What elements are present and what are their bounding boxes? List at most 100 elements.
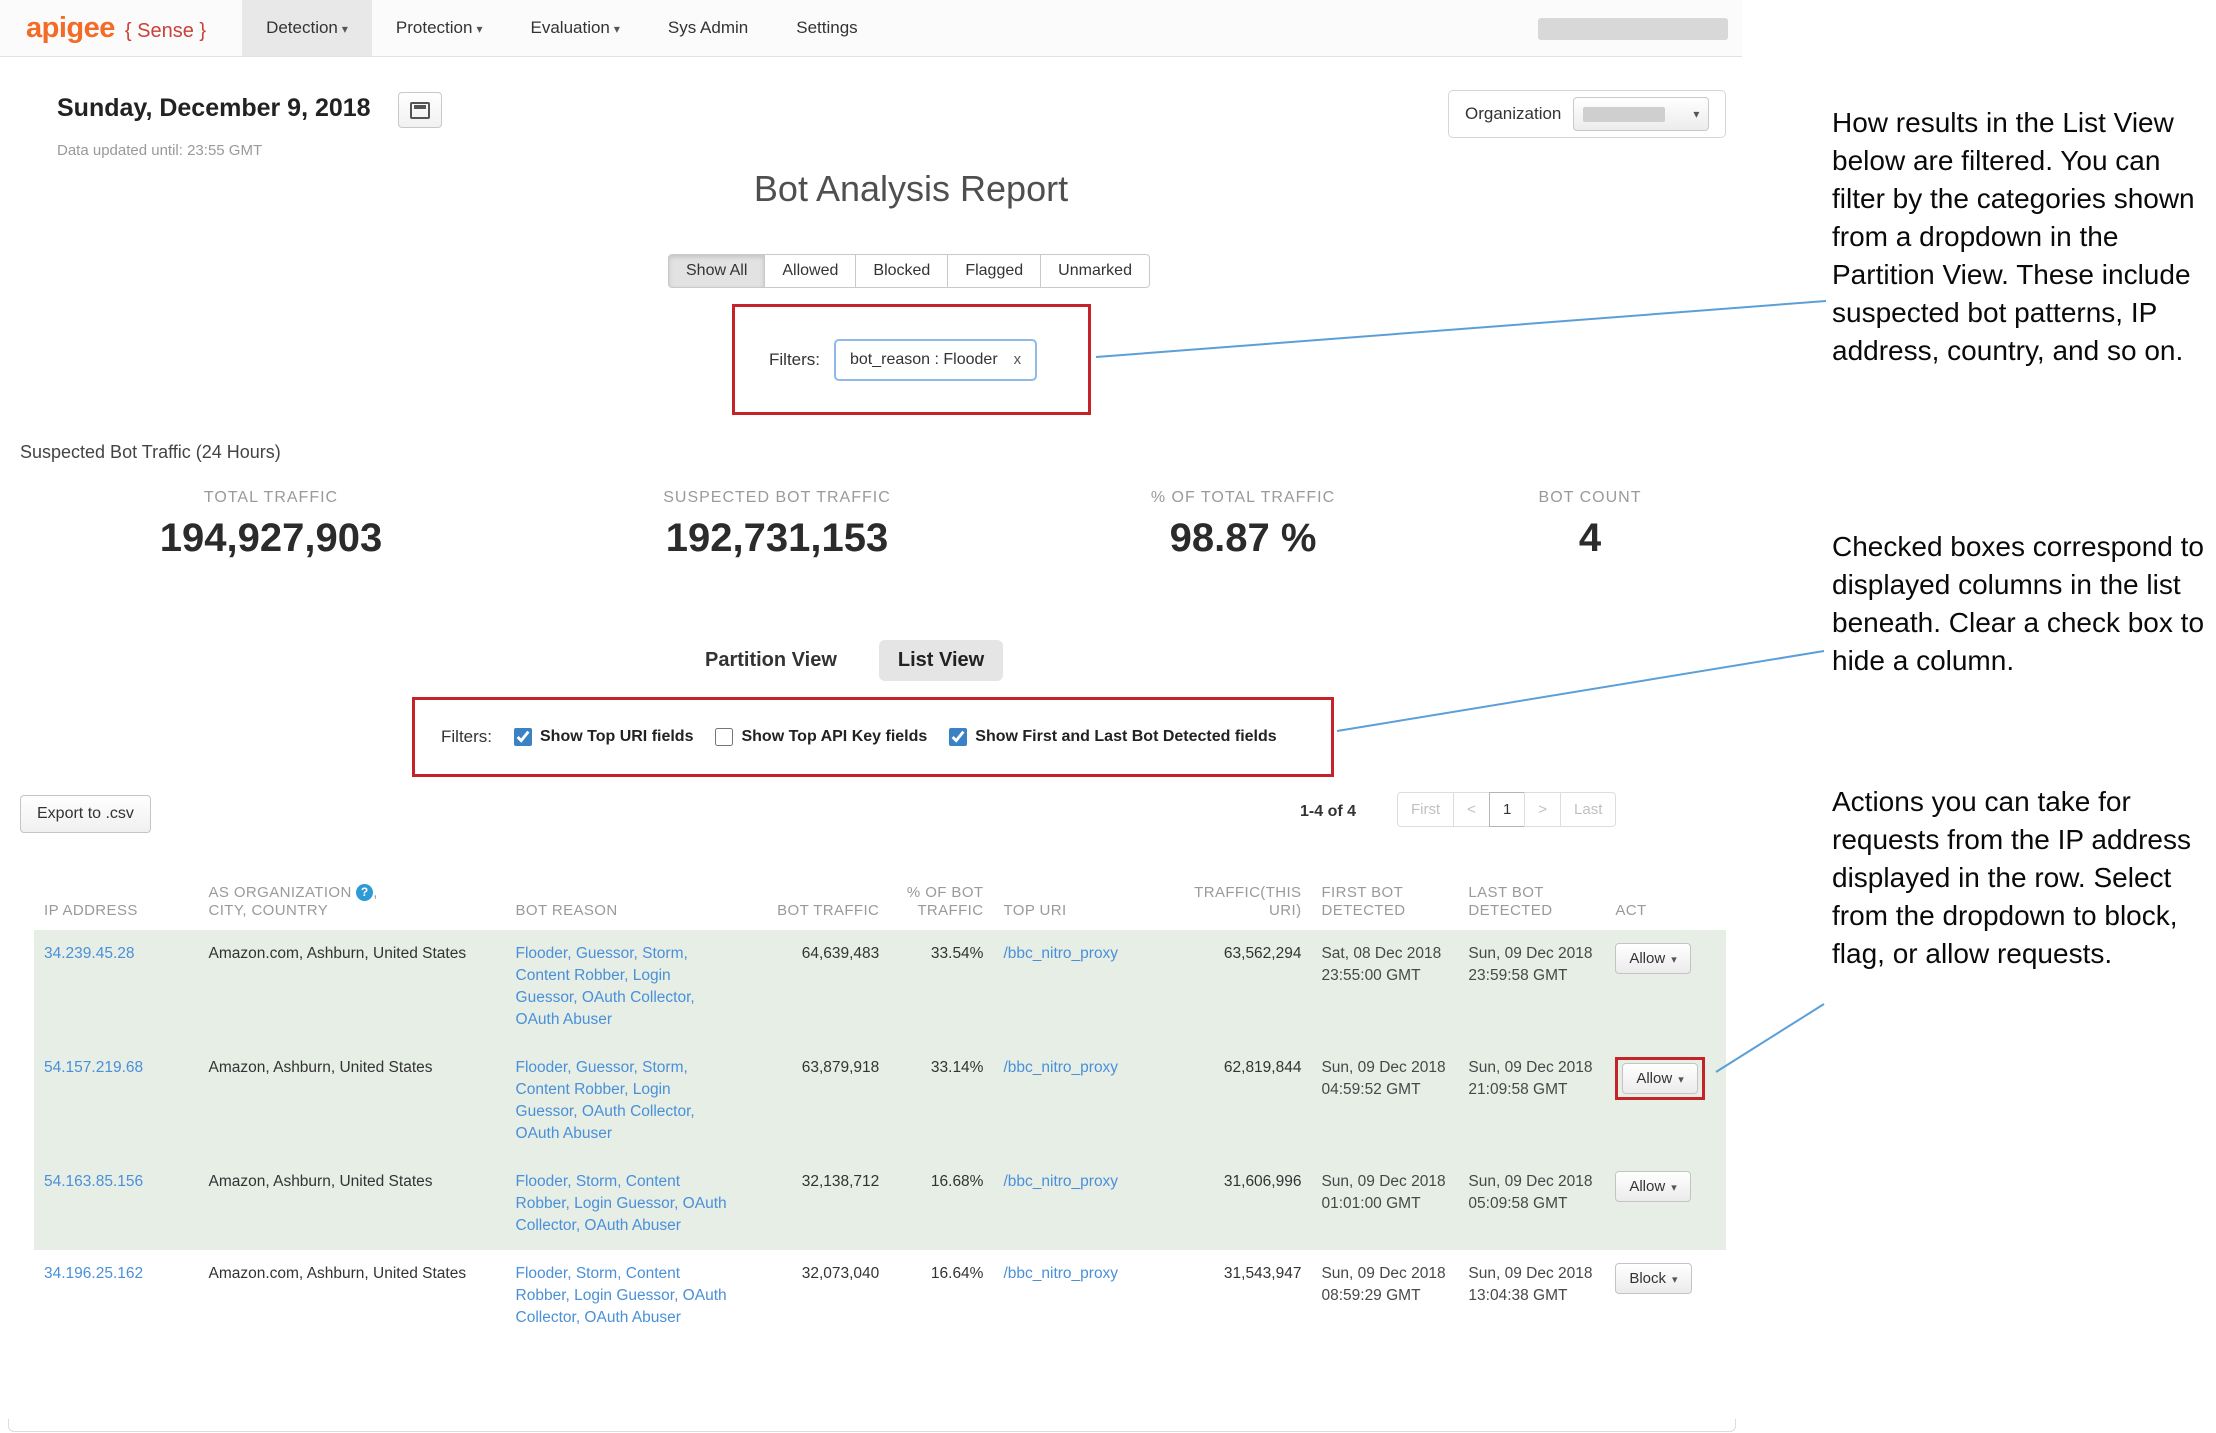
- stat-label: SUSPECTED BOT TRAFFIC: [527, 489, 1027, 507]
- traffic-this-uri-cell: 31,543,947: [1158, 1250, 1312, 1342]
- tab-allowed[interactable]: Allowed: [764, 254, 856, 288]
- stat-label: BOT COUNT: [1440, 489, 1740, 507]
- column-filters-label: Filters:: [441, 727, 492, 747]
- stat-total-traffic: TOTAL TRAFFIC 194,927,903: [71, 489, 471, 561]
- action-dropdown[interactable]: Block▾: [1615, 1263, 1691, 1294]
- as-organization-cell: Amazon, Ashburn, United States: [198, 1158, 505, 1250]
- list-view-tab[interactable]: List View: [879, 640, 1003, 681]
- checkbox-icon[interactable]: [514, 728, 532, 746]
- filter-chip-bot-reason[interactable]: bot_reason : Flooder x: [834, 339, 1037, 381]
- top-uri-link[interactable]: /bbc_nitro_proxy: [1003, 945, 1118, 962]
- view-toggle: Partition View List View: [705, 640, 1003, 681]
- nav-menu: Detection▾ Protection▾ Evaluation▾ Sys A…: [242, 0, 882, 56]
- pagination-prev-button[interactable]: <: [1453, 792, 1490, 827]
- chevron-down-icon: ▾: [1671, 1182, 1677, 1194]
- stat-percent-total-traffic: % OF TOTAL TRAFFIC 98.87 %: [1043, 489, 1443, 561]
- action-dropdown[interactable]: Allow▾: [1622, 1063, 1697, 1094]
- chevron-down-icon: ▾: [1672, 1274, 1678, 1286]
- bot-reason-links[interactable]: Flooder, Storm, Content Robber, Login Gu…: [516, 1173, 727, 1234]
- organization-selector-group: Organization ▾: [1448, 90, 1726, 138]
- calendar-button[interactable]: [398, 92, 442, 128]
- col-header-top-uri: TOP URI: [993, 852, 1157, 930]
- pct-bot-traffic-cell: 33.54%: [889, 930, 993, 1044]
- nav-item-settings[interactable]: Settings: [772, 0, 881, 56]
- checkbox-label[interactable]: Show First and Last Bot Detected fields: [975, 728, 1276, 746]
- annotation-highlight-column-filters: Filters: Show Top URI fields Show Top AP…: [412, 697, 1334, 777]
- checkbox-show-first-last-detected[interactable]: Show First and Last Bot Detected fields: [949, 728, 1276, 746]
- nav-label: Protection: [396, 18, 473, 37]
- chevron-down-icon: ▾: [614, 22, 620, 36]
- ip-address-link[interactable]: 34.196.25.162: [44, 1265, 143, 1282]
- checkbox-icon[interactable]: [949, 728, 967, 746]
- first-bot-detected-cell: Sat, 08 Dec 2018 23:55:00 GMT: [1311, 930, 1458, 1044]
- apigee-sense-logo[interactable]: apigee { Sense }: [26, 12, 206, 45]
- action-dropdown[interactable]: Allow ▾: [1615, 1171, 1690, 1202]
- as-organization-cell: Amazon, Ashburn, United States: [198, 1044, 505, 1158]
- top-uri-link[interactable]: /bbc_nitro_proxy: [1003, 1173, 1118, 1190]
- pagination-range: 1-4 of 4: [1300, 803, 1356, 821]
- tab-blocked[interactable]: Blocked: [855, 254, 948, 288]
- checkbox-show-top-api-key[interactable]: Show Top API Key fields: [715, 728, 927, 746]
- bot-reason-links[interactable]: Flooder, Storm, Content Robber, Login Gu…: [516, 1265, 727, 1326]
- col-header-bot-traffic: BOT TRAFFIC: [738, 852, 889, 930]
- nav-label: Settings: [796, 18, 857, 37]
- organization-dropdown[interactable]: ▾: [1573, 97, 1709, 131]
- pagination-page-1-button[interactable]: 1: [1489, 792, 1525, 827]
- top-uri-link[interactable]: /bbc_nitro_proxy: [1003, 1059, 1118, 1076]
- action-label: Allow: [1629, 1178, 1665, 1195]
- nav-item-evaluation[interactable]: Evaluation ▾: [507, 0, 644, 56]
- chevron-down-icon: ▾: [1693, 107, 1699, 121]
- action-dropdown-wrap: Allow▾: [1615, 943, 1690, 974]
- col-header-bot-reason: BOT REASON: [506, 852, 738, 930]
- last-bot-detected-cell: Sun, 09 Dec 2018 23:59:58 GMT: [1458, 930, 1605, 1044]
- bot-reason-links[interactable]: Flooder, Guessor, Storm, Content Robber,…: [516, 1059, 695, 1142]
- export-csv-button[interactable]: Export to .csv: [20, 795, 151, 833]
- remove-filter-icon[interactable]: x: [1014, 351, 1022, 368]
- tab-show-all[interactable]: Show All: [668, 254, 765, 288]
- content-panel-bottom-border: [8, 1419, 1736, 1432]
- action-dropdown[interactable]: Allow▾: [1615, 943, 1690, 974]
- last-bot-detected-cell: Sun, 09 Dec 2018 13:04:38 GMT: [1458, 1250, 1605, 1342]
- checkbox-show-top-uri[interactable]: Show Top URI fields: [514, 728, 693, 746]
- annotation-text-actions: Actions you can take for requests from t…: [1832, 783, 2214, 973]
- tab-flagged[interactable]: Flagged: [947, 254, 1041, 288]
- nav-item-sys-admin[interactable]: Sys Admin: [644, 0, 772, 56]
- ip-address-link[interactable]: 34.239.45.28: [44, 945, 135, 962]
- as-organization-cell: Amazon.com, Ashburn, United States: [198, 930, 505, 1044]
- checkbox-label[interactable]: Show Top API Key fields: [741, 728, 927, 746]
- partition-view-tab[interactable]: Partition View: [705, 649, 837, 672]
- help-icon[interactable]: ?: [356, 884, 373, 901]
- ip-address-link[interactable]: 54.157.219.68: [44, 1059, 143, 1076]
- stat-bot-count: BOT COUNT 4: [1440, 489, 1740, 561]
- last-bot-detected-cell: Sun, 09 Dec 2018 05:09:58 GMT: [1458, 1158, 1605, 1250]
- stat-value: 4: [1440, 516, 1740, 561]
- col-header-act: ACT: [1605, 852, 1726, 930]
- pagination-last-button[interactable]: Last: [1560, 792, 1616, 827]
- chevron-down-icon: ▾: [476, 22, 482, 36]
- nav-item-protection[interactable]: Protection▾: [372, 0, 507, 56]
- report-date: Sunday, December 9, 2018: [57, 94, 371, 123]
- top-uri-link[interactable]: /bbc_nitro_proxy: [1003, 1265, 1118, 1282]
- bot-traffic-cell: 32,073,040: [738, 1250, 889, 1342]
- pagination: First < 1 > Last: [1397, 792, 1616, 827]
- table-header-row: IP ADDRESS AS ORGANIZATION ?, CITY, COUN…: [34, 852, 1726, 930]
- checkbox-label[interactable]: Show Top URI fields: [540, 728, 693, 746]
- stats-section-title: Suspected Bot Traffic (24 Hours): [20, 442, 281, 463]
- organization-label: Organization: [1465, 104, 1561, 124]
- pct-bot-traffic-cell: 16.68%: [889, 1158, 993, 1250]
- sense-logo-text: { Sense }: [125, 20, 206, 43]
- nav-label: Detection: [266, 18, 338, 37]
- action-label: Allow: [1629, 950, 1665, 967]
- bot-reason-links[interactable]: Flooder, Guessor, Storm, Content Robber,…: [516, 945, 695, 1028]
- action-dropdown-wrap: Block▾: [1615, 1263, 1691, 1294]
- page-title: Bot Analysis Report: [0, 168, 1822, 210]
- pagination-next-button[interactable]: >: [1524, 792, 1561, 827]
- nav-label: Evaluation: [531, 18, 610, 37]
- pagination-first-button[interactable]: First: [1397, 792, 1454, 827]
- last-bot-detected-cell: Sun, 09 Dec 2018 21:09:58 GMT: [1458, 1044, 1605, 1158]
- nav-item-detection[interactable]: Detection▾: [242, 0, 372, 56]
- checkbox-icon[interactable]: [715, 728, 733, 746]
- ip-address-link[interactable]: 54.163.85.156: [44, 1173, 143, 1190]
- tab-unmarked[interactable]: Unmarked: [1040, 254, 1150, 288]
- action-dropdown-wrap: Allow▾: [1615, 1057, 1704, 1100]
